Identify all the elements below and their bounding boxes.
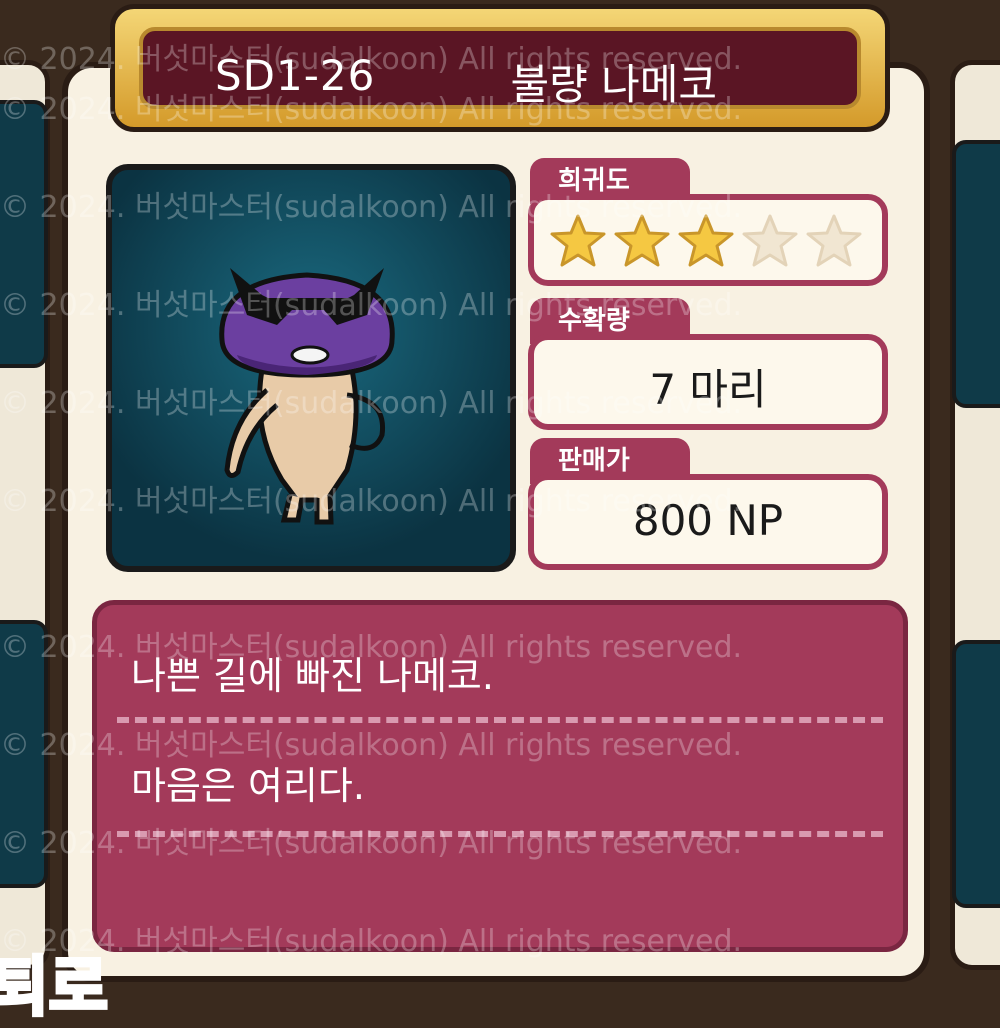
- harvest-value: 7 마리: [649, 365, 767, 414]
- price-box: 800 NP: [528, 474, 888, 570]
- star-empty-icon: [806, 214, 862, 267]
- background-portrait-left-top: [0, 100, 48, 368]
- background-portrait-right-bottom: [952, 640, 1000, 908]
- description-panel: 나쁜 길에 빠진 나메코. 마음은 여리다.: [92, 600, 908, 952]
- title-banner: SD1-26 불량 나메코: [110, 4, 890, 132]
- bad-nameko-illustration: [219, 268, 395, 525]
- harvest-box: 7 마리: [528, 334, 888, 430]
- description-line-1: 나쁜 길에 빠진 나메코.: [131, 654, 494, 698]
- star-filled-icon: [550, 214, 606, 267]
- dashed-divider: [117, 831, 883, 837]
- star-empty-icon: [742, 214, 798, 267]
- description-line-2: 마음은 여리다.: [131, 764, 365, 808]
- item-name: 불량 나메코: [510, 60, 717, 109]
- rarity-box: [528, 194, 888, 286]
- dashed-divider: [117, 717, 883, 723]
- rarity-stars: [548, 212, 864, 272]
- title-banner-inner: SD1-26 불량 나메코: [139, 27, 861, 109]
- corner-label: 퇴로: [0, 949, 110, 1027]
- star-filled-icon: [614, 214, 670, 267]
- star-filled-icon: [678, 214, 734, 267]
- price-value: 800 NP: [632, 496, 784, 545]
- background-portrait-left-bottom: [0, 620, 48, 888]
- background-portrait-right-top: [952, 140, 1000, 408]
- mushroom-portrait: [106, 164, 516, 572]
- item-code: SD1-26: [215, 51, 376, 100]
